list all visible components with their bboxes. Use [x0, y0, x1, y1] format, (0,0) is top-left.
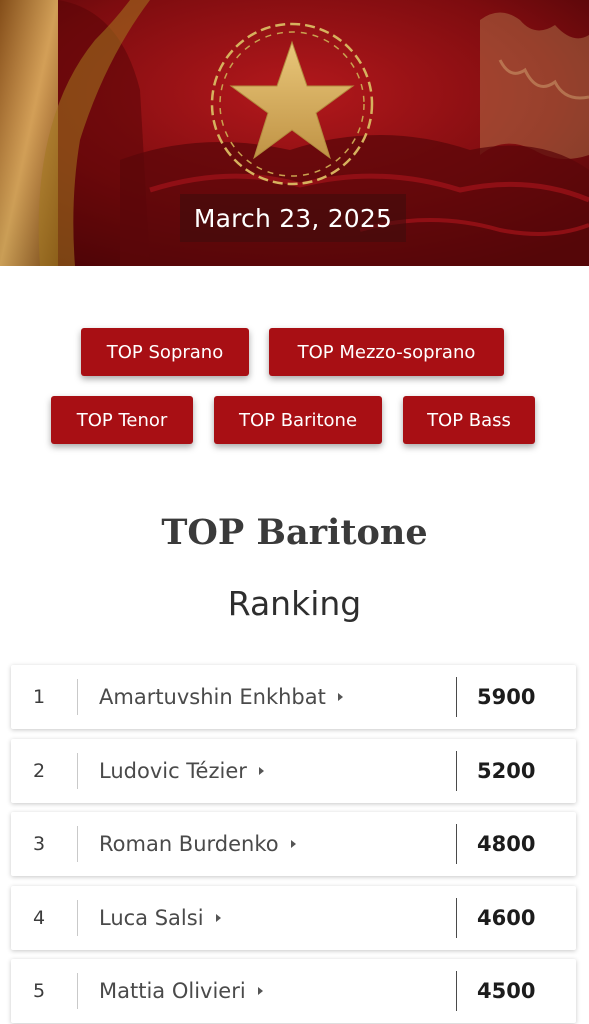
rank-position: 2 [33, 759, 46, 782]
rank-position: 5 [33, 980, 46, 1002]
ranking-row[interactable]: 2 Ludovic Tézier 5200 [11, 738, 576, 803]
caret-right-icon [258, 766, 264, 775]
row-divider [77, 679, 78, 715]
ranking-subtitle: Ranking [227, 584, 362, 623]
ranking-list: 1 Amartuvshin Enkhbat 5900 2 Ludovic Téz… [11, 665, 576, 1024]
ranking-row[interactable]: 5 Mattia Olivieri 4500 [11, 959, 576, 1023]
singer-score: 4600 [477, 905, 536, 930]
top-baritone-button[interactable]: TOP Baritone [214, 396, 382, 444]
row-divider [456, 971, 457, 1011]
caret-right-icon [257, 987, 263, 995]
singer-score: 4500 [477, 979, 536, 1003]
row-divider [456, 677, 457, 717]
theater-banner: March 23, 2025 [0, 0, 589, 266]
singer-score: 4800 [477, 832, 536, 856]
caret-right-icon [215, 913, 221, 922]
top-tenor-button[interactable]: TOP Tenor [51, 396, 193, 444]
singer-name: Amartuvshin Enkhbat [99, 685, 326, 709]
singer-name-link[interactable]: Mattia Olivieri [99, 959, 263, 1023]
row-divider [77, 899, 78, 936]
ranking-page: March 23, 2025 TOP Soprano TOP Mezzo-sop… [0, 0, 589, 1024]
ranking-title: TOP Baritone [161, 512, 428, 553]
top-soprano-button[interactable]: TOP Soprano [81, 328, 249, 376]
rank-position: 4 [33, 906, 46, 929]
row-divider [456, 750, 457, 791]
rank-position: 1 [33, 686, 46, 708]
singer-name: Luca Salsi [99, 905, 204, 930]
ranking-row[interactable]: 4 Luca Salsi 4600 [11, 885, 576, 950]
top-mezzo-soprano-button[interactable]: TOP Mezzo-soprano [269, 328, 504, 376]
singer-name-link[interactable]: Ludovic Tézier [99, 739, 264, 803]
caret-right-icon [290, 840, 296, 848]
singer-name-link[interactable]: Amartuvshin Enkhbat [99, 665, 343, 729]
singer-name: Ludovic Tézier [99, 758, 247, 783]
row-divider [456, 897, 457, 938]
ranking-row[interactable]: 1 Amartuvshin Enkhbat 5900 [11, 665, 576, 729]
singer-score: 5900 [477, 685, 536, 709]
singer-name-link[interactable]: Roman Burdenko [99, 812, 296, 876]
row-divider [77, 973, 78, 1009]
singer-name: Roman Burdenko [99, 832, 279, 856]
row-divider [456, 824, 457, 864]
rank-position: 3 [33, 833, 46, 855]
ranking-row[interactable]: 3 Roman Burdenko 4800 [11, 812, 576, 876]
top-bass-button[interactable]: TOP Bass [403, 396, 535, 444]
singer-name: Mattia Olivieri [99, 979, 246, 1003]
row-divider [77, 826, 78, 862]
singer-name-link[interactable]: Luca Salsi [99, 886, 221, 950]
date-badge: March 23, 2025 [180, 194, 406, 242]
caret-right-icon [337, 693, 343, 701]
ranking-date: March 23, 2025 [193, 203, 393, 233]
singer-score: 5200 [477, 758, 536, 783]
row-divider [77, 752, 78, 789]
